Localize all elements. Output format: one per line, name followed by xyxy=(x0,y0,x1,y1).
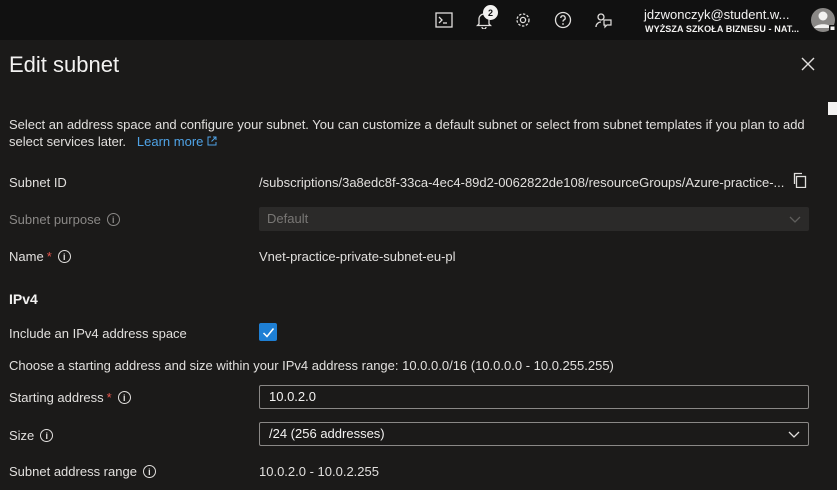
subnet-id-label: Subnet ID xyxy=(9,175,67,190)
help-icon[interactable] xyxy=(553,10,573,30)
required-asterisk: * xyxy=(106,390,112,405)
include-ipv4-checkbox[interactable] xyxy=(259,323,277,341)
name-label: Name * i xyxy=(9,249,71,264)
external-link-icon xyxy=(207,136,217,146)
copy-icon[interactable] xyxy=(792,172,808,189)
learn-more-link[interactable]: Learn more xyxy=(130,134,217,149)
subnet-id-value: /subscriptions/3a8edc8f-33ca-4ec4-89d2-0… xyxy=(259,175,785,190)
panel-description: Select an address space and configure yo… xyxy=(9,116,809,150)
subnet-range-label: Subnet address range i xyxy=(9,464,156,479)
name-value: Vnet-practice-private-subnet-eu-pl xyxy=(259,249,456,264)
subnet-purpose-value: Default xyxy=(267,211,309,226)
scrollbar-thumb[interactable] xyxy=(828,102,837,115)
subnet-purpose-select: Default xyxy=(259,207,809,231)
checkmark-icon xyxy=(262,327,274,338)
chevron-down-icon xyxy=(788,431,800,438)
info-icon[interactable]: i xyxy=(117,391,131,404)
info-icon[interactable]: i xyxy=(57,250,71,263)
required-asterisk: * xyxy=(46,249,52,264)
info-icon[interactable]: i xyxy=(106,213,120,226)
starting-address-input[interactable]: 10.0.2.0 xyxy=(259,385,809,409)
chevron-down-icon xyxy=(789,216,801,223)
info-icon[interactable]: i xyxy=(142,465,156,478)
top-bar: 2 jdzwonczyk@student.w... WYŻSZA SZKOŁA … xyxy=(0,0,837,40)
settings-icon[interactable] xyxy=(513,10,533,30)
description-text: Select an address space and configure yo… xyxy=(9,117,805,149)
starting-address-label: Starting address * i xyxy=(9,390,131,405)
subnet-purpose-label: Subnet purpose i xyxy=(9,212,120,227)
close-icon[interactable] xyxy=(800,56,816,72)
size-value: /24 (256 addresses) xyxy=(269,426,385,441)
info-icon[interactable]: i xyxy=(40,429,54,442)
user-email[interactable]: jdzwonczyk@student.w... xyxy=(644,7,789,22)
notification-count-badge: 2 xyxy=(483,5,498,20)
page-title: Edit subnet xyxy=(9,52,120,77)
ipv4-section-heading: IPv4 xyxy=(9,291,38,307)
cloud-shell-icon[interactable] xyxy=(434,10,454,30)
size-select[interactable]: /24 (256 addresses) xyxy=(259,422,809,446)
starting-address-value: 10.0.2.0 xyxy=(269,389,316,404)
avatar[interactable] xyxy=(810,6,837,34)
subnet-range-value: 10.0.2.0 - 10.0.2.255 xyxy=(259,464,379,479)
include-ipv4-label: Include an IPv4 address space xyxy=(9,326,187,341)
user-organization[interactable]: WYŻSZA SZKOŁA BIZNESU - NAT... xyxy=(645,24,799,34)
range-hint: Choose a starting address and size withi… xyxy=(9,358,614,373)
feedback-icon[interactable] xyxy=(593,10,613,30)
size-label: Size i xyxy=(9,428,54,443)
